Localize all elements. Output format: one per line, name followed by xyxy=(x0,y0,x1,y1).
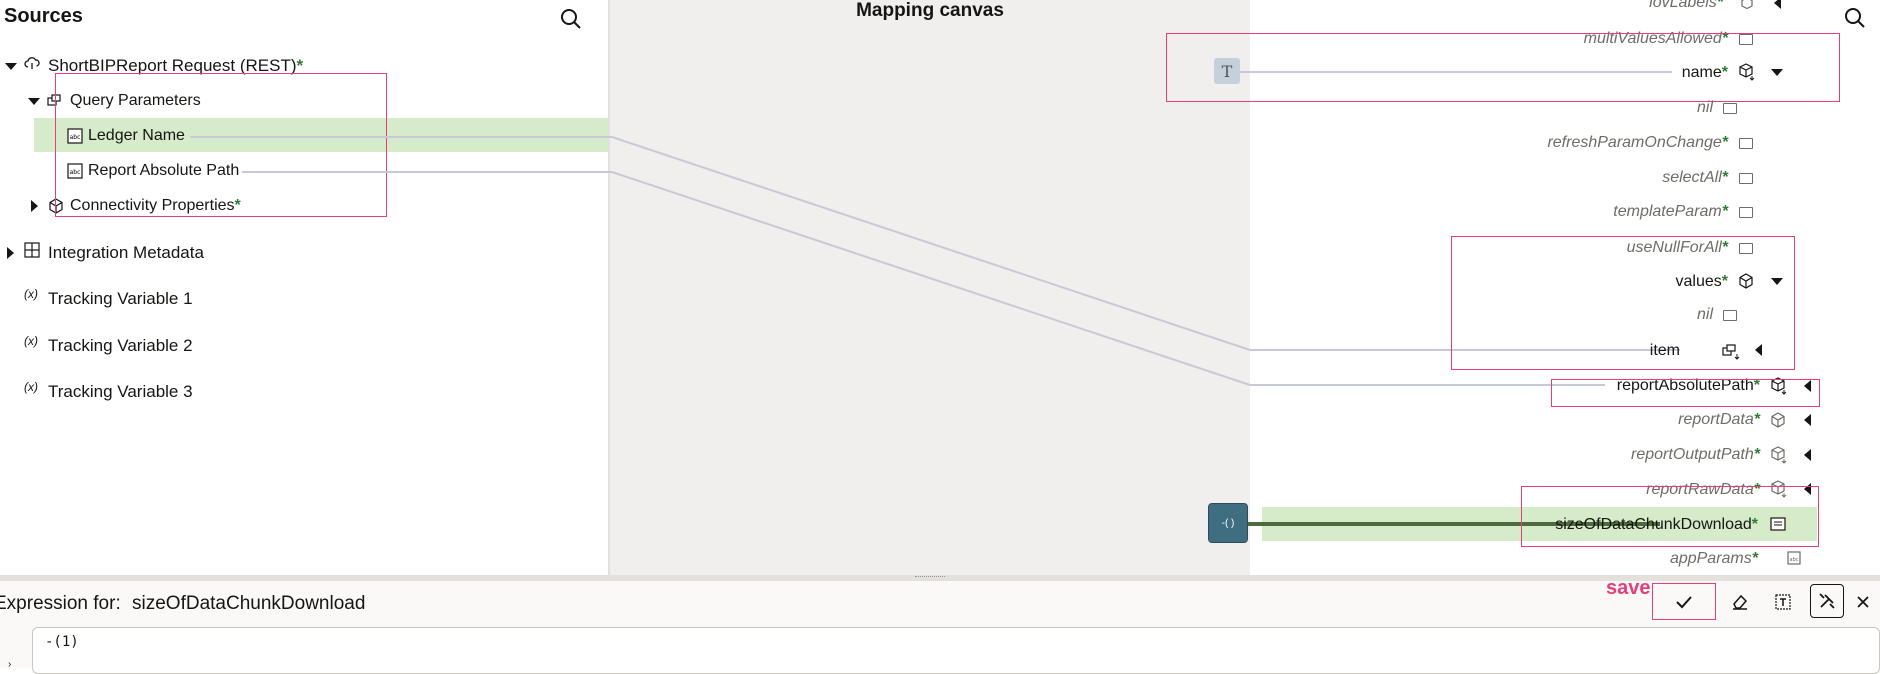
target-item-appparams[interactable]: appParams* xyxy=(1670,550,1758,568)
expression-panel: Expression for: sizeOfDataChunkDownload … xyxy=(0,577,1880,674)
target-item-templateparam[interactable]: templateParam* xyxy=(1613,203,1728,221)
annotation-highlight-box xyxy=(1551,379,1820,407)
target-search-icon[interactable] xyxy=(1844,7,1866,34)
string-type-icon: abc xyxy=(1787,551,1801,570)
expression-input[interactable]: -(1) xyxy=(32,627,1880,674)
close-icon xyxy=(1857,596,1869,608)
target-item-selectall[interactable]: selectAll* xyxy=(1662,169,1728,187)
check-icon xyxy=(1676,595,1692,608)
expand-toggle-icon[interactable] xyxy=(1804,449,1811,461)
annotation-highlight-box xyxy=(1521,486,1819,547)
expand-toggle-icon[interactable] xyxy=(1804,414,1811,426)
cube-icon xyxy=(1740,0,1754,14)
field-type-icon xyxy=(1739,173,1753,184)
field-type-icon xyxy=(1739,207,1753,218)
save-button[interactable] xyxy=(1652,583,1716,620)
svg-text:abc: abc xyxy=(1790,557,1799,563)
target-item-nil[interactable]: nil xyxy=(1697,99,1713,117)
target-item-reportdata[interactable]: reportData* xyxy=(1678,411,1760,429)
field-type-icon xyxy=(1723,103,1737,114)
annotation-highlight-box xyxy=(1166,33,1840,102)
developer-tools-button[interactable] xyxy=(1810,584,1844,618)
tools-icon xyxy=(1819,593,1835,609)
eraser-icon xyxy=(1733,594,1748,610)
expression-target-name: sizeOfDataChunkDownload xyxy=(132,593,366,614)
text-format-button[interactable] xyxy=(1766,585,1800,619)
target-item-reportoutputpath[interactable]: reportOutputPath* xyxy=(1631,446,1760,464)
expression-header: Expression for: sizeOfDataChunkDownload xyxy=(0,593,365,615)
annotation-highlight-box xyxy=(1451,236,1795,370)
cube-icon xyxy=(1770,412,1786,433)
expression-value: -(1) xyxy=(45,634,79,650)
target-item-refreshparamonchange[interactable]: refreshParamOnChange* xyxy=(1547,134,1728,152)
expression-label: Expression for: xyxy=(0,593,121,614)
gutter-arrow-icon: › xyxy=(8,659,12,670)
save-annotation-label: save xyxy=(1606,577,1651,599)
cube-icon xyxy=(1770,446,1788,469)
field-type-icon xyxy=(1739,138,1753,149)
expand-toggle-icon[interactable] xyxy=(1774,0,1781,9)
mapping-line xyxy=(611,171,1251,386)
mapping-line xyxy=(611,136,1251,351)
text-box-icon xyxy=(1775,594,1791,610)
function-node[interactable]: -( ) xyxy=(1208,503,1248,543)
clear-button[interactable] xyxy=(1723,585,1757,619)
target-item-lovlabels[interactable]: lovLabels* xyxy=(1649,0,1723,12)
close-button[interactable] xyxy=(1846,585,1880,619)
